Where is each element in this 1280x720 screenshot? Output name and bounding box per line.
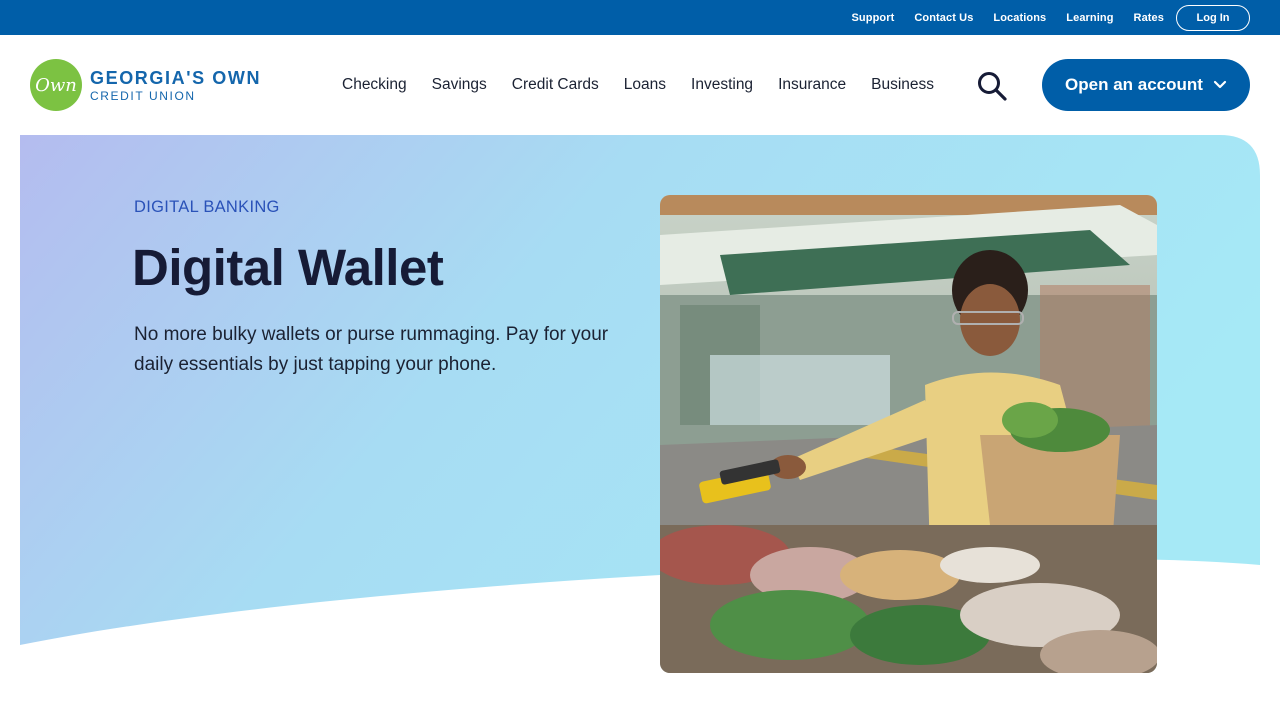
open-account-label: Open an account bbox=[1065, 75, 1203, 94]
main-nav: Own GEORGIA'S OWN CREDIT UNION Checking … bbox=[0, 35, 1280, 135]
nav-item-checking[interactable]: Checking bbox=[342, 76, 407, 94]
hero-description: No more bulky wallets or purse rummaging… bbox=[134, 324, 609, 375]
primary-nav: Checking Savings Credit Cards Loans Inve… bbox=[342, 35, 934, 135]
search-button[interactable] bbox=[976, 70, 1008, 102]
hero-eyebrow: DIGITAL BANKING bbox=[134, 198, 280, 216]
nav-item-credit-cards[interactable]: Credit Cards bbox=[512, 76, 599, 94]
search-icon bbox=[978, 72, 1007, 101]
nav-item-savings[interactable]: Savings bbox=[432, 76, 487, 94]
utility-link-locations[interactable]: Locations bbox=[993, 12, 1046, 24]
nav-item-loans[interactable]: Loans bbox=[624, 76, 666, 94]
nav-item-investing[interactable]: Investing bbox=[691, 76, 753, 94]
logo-text: GEORGIA'S OWN CREDIT UNION bbox=[90, 69, 261, 102]
utility-link-learning[interactable]: Learning bbox=[1066, 12, 1113, 24]
logo-mark: Own bbox=[30, 59, 82, 111]
chevron-down-icon bbox=[1213, 80, 1227, 90]
logo-subtitle: CREDIT UNION bbox=[90, 88, 196, 103]
logo[interactable]: Own GEORGIA'S OWN CREDIT UNION bbox=[30, 59, 261, 111]
utility-link-contact-us[interactable]: Contact Us bbox=[914, 12, 973, 24]
page-title: Digital Wallet bbox=[132, 239, 444, 296]
utility-links: Support Contact Us Locations Learning Ra… bbox=[852, 0, 1165, 35]
login-button[interactable]: Log In bbox=[1176, 4, 1250, 31]
logo-name: GEORGIA'S OWN bbox=[90, 67, 262, 88]
utility-bar: Support Contact Us Locations Learning Ra… bbox=[0, 0, 1280, 35]
nav-item-insurance[interactable]: Insurance bbox=[778, 76, 846, 94]
nav-item-business[interactable]: Business bbox=[871, 76, 934, 94]
utility-link-rates[interactable]: Rates bbox=[1134, 12, 1164, 24]
utility-link-support[interactable]: Support bbox=[852, 12, 895, 24]
hero-image bbox=[660, 195, 1157, 673]
open-account-button[interactable]: Open an account bbox=[1042, 59, 1250, 111]
